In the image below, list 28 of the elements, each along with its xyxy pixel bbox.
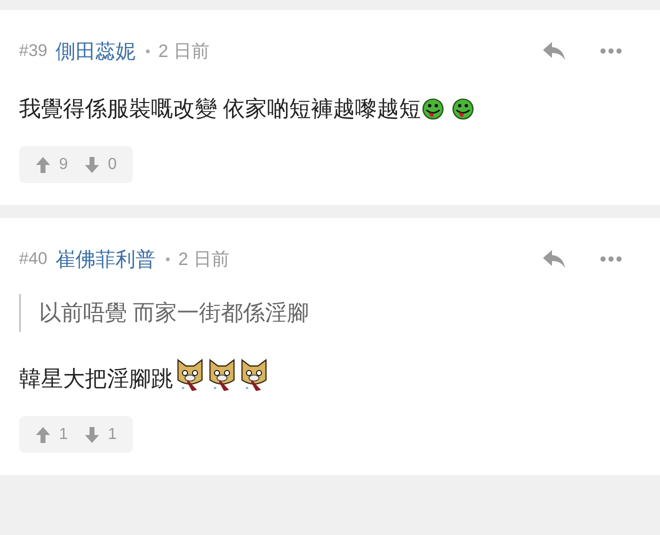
comment-text: 韓星大把淫腳跳 — [19, 365, 173, 393]
separator-dot: • — [145, 43, 150, 59]
downvote-button[interactable]: 1 — [78, 426, 123, 444]
timestamp: 2 日前 — [158, 40, 210, 63]
dog-face-icon — [207, 358, 237, 394]
comment-number: #40 — [19, 249, 48, 269]
tongue-face-icon — [422, 98, 444, 120]
reply-icon[interactable] — [542, 41, 566, 61]
comment-number: #39 — [19, 41, 48, 61]
dog-face-icon — [175, 358, 205, 394]
author-name[interactable]: 側田蕊妮 — [55, 38, 136, 64]
dog-face-icon — [239, 358, 269, 394]
upvote-button[interactable]: 1 — [29, 426, 74, 444]
separator-dot: • — [165, 251, 170, 267]
down-arrow-icon — [84, 156, 100, 174]
more-icon[interactable] — [600, 256, 622, 262]
upvote-button[interactable]: 9 — [29, 156, 74, 174]
tongue-face-icon — [452, 98, 474, 120]
downvote-button[interactable]: 0 — [78, 156, 123, 174]
up-arrow-icon — [35, 426, 51, 444]
reply-icon[interactable] — [542, 249, 566, 269]
more-icon[interactable] — [600, 48, 622, 54]
quote-text: 以前唔覺 而家一街都係淫腳 — [39, 300, 310, 325]
author-name[interactable]: 崔佛菲利普 — [55, 246, 156, 272]
timestamp: 2 日前 — [178, 248, 230, 271]
down-arrow-icon — [84, 426, 100, 444]
comment-text: 我覺得係服裝嘅改變 依家啲短褲越嚟越短 — [19, 95, 422, 123]
up-arrow-icon — [35, 156, 51, 174]
